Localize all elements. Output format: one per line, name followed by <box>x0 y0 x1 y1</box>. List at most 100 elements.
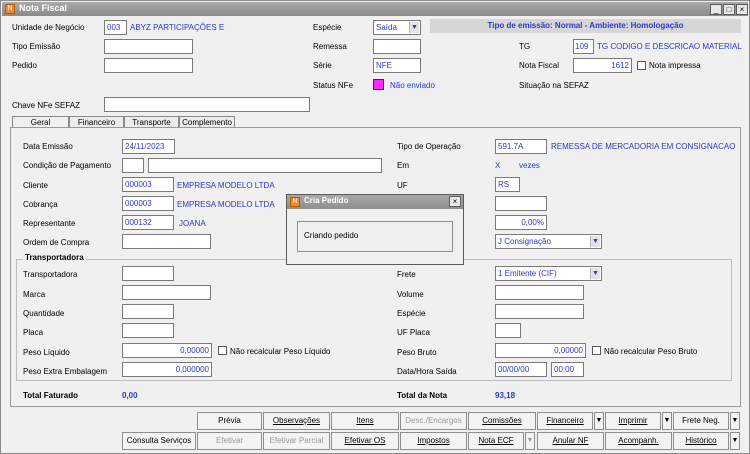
dialog-close-button[interactable]: × <box>449 196 461 207</box>
frete-value: 1 Emitente (CIF) <box>498 269 557 278</box>
impostos-button[interactable]: Impostos <box>400 432 467 450</box>
condicao-code-input[interactable] <box>122 158 144 173</box>
chevron-down-icon: ▼ <box>409 22 419 33</box>
percent-input[interactable]: 0,00% <box>495 215 547 230</box>
cobranca-label: Cobrança <box>23 200 58 209</box>
placa-input[interactable] <box>122 323 174 338</box>
cobranca-code-input[interactable]: 000003 <box>122 196 174 211</box>
representante-name: JOANA <box>179 219 206 228</box>
tipo-emissao-label: Tipo Emissão <box>12 42 61 51</box>
historico-dropdown-button[interactable]: ▼ <box>730 432 740 450</box>
imprimir-dropdown-button[interactable]: ▼ <box>662 412 672 430</box>
data-emissao-input[interactable]: 24/11/2023 <box>122 139 175 154</box>
hora-saida-input[interactable]: 00:00 <box>551 362 584 377</box>
status-nfe-value: Não enviado <box>390 81 435 90</box>
tg-code-input[interactable]: 109 <box>573 39 594 54</box>
nao-recalcular-bruto-checkbox[interactable] <box>592 346 601 355</box>
minimize-button[interactable]: _ <box>710 4 722 15</box>
nao-recalcular-liquido-checkbox[interactable] <box>218 346 227 355</box>
nota-impressa-checkbox[interactable] <box>637 61 646 70</box>
transportadora-label: Transportadora <box>23 270 78 279</box>
data-hora-saida-label: Data/Hora Saída <box>397 367 457 376</box>
maximize-button[interactable]: □ <box>723 4 735 15</box>
peso-extra-label: Peso Extra Embalagem <box>23 367 108 376</box>
condicao-desc-input[interactable] <box>148 158 382 173</box>
dialog-title: Cria Pedido <box>304 196 349 205</box>
peso-liquido-input[interactable]: 0,00000 <box>122 343 212 358</box>
chevron-down-icon: ▼ <box>590 268 600 279</box>
especie-label: Espécie <box>313 23 342 32</box>
dialog-message-box: Criando pedido <box>297 221 453 252</box>
peso-bruto-label: Peso Bruto <box>397 348 437 357</box>
chave-nfe-label: Chave NFe SEFAZ <box>12 101 81 110</box>
marca-input[interactable] <box>122 285 211 300</box>
serie-input[interactable]: NFE <box>373 58 421 73</box>
itens-button[interactable]: Itens <box>331 412 399 430</box>
uf-input[interactable]: RS <box>495 177 520 192</box>
nao-recalcular-bruto-label: Não recalcular Peso Bruto <box>604 347 698 356</box>
acompanh-button[interactable]: Acompanh. <box>605 432 672 450</box>
cobranca-name: EMPRESA MODELO LTDA <box>177 200 275 209</box>
previa-button[interactable]: Prévia <box>197 412 262 430</box>
title-bar: N Nota Fiscal _ □ × <box>2 2 748 16</box>
unidade-code-input[interactable]: 003 <box>104 20 127 35</box>
tipo-operacao-desc: REMESSA DE MERCADORIA EM CONSIGNACAO <box>551 142 736 151</box>
nota-fiscal-label: Nota Fiscal <box>519 61 560 70</box>
desc-encargos-button[interactable]: Desc./Encargos <box>400 412 467 430</box>
quantidade-input[interactable] <box>122 304 174 319</box>
transportadora-group-title: Transportadora <box>23 253 86 262</box>
ordem-compra-input[interactable] <box>122 234 211 249</box>
peso-extra-input[interactable]: 0,000000 <box>122 362 212 377</box>
financeiro-button[interactable]: Financeiro <box>537 412 593 430</box>
peso-liquido-label: Peso Líquido <box>23 348 70 357</box>
efetivar-os-button[interactable]: Efetivar OS <box>331 432 399 450</box>
especie-transporte-input[interactable] <box>495 304 584 319</box>
tipo-operacao-code-input[interactable]: 591.7A <box>495 139 547 154</box>
comissoes-button[interactable]: Comissões <box>468 412 536 430</box>
nota-ecf-dropdown-button[interactable]: ▼ <box>525 432 535 450</box>
window-title: Nota Fiscal <box>19 3 68 13</box>
frete-label: Frete <box>397 270 416 279</box>
volume-input[interactable] <box>495 285 584 300</box>
frete-neg-button[interactable]: Frete Neg. <box>673 412 729 430</box>
peso-bruto-input[interactable]: 0,00000 <box>495 343 586 358</box>
uf-placa-label: UF Placa <box>397 328 430 337</box>
pedido-label: Pedido <box>12 61 37 70</box>
volume-label: Volume <box>397 290 424 299</box>
historico-button[interactable]: Histórico <box>673 432 729 450</box>
data-saida-input[interactable]: 00/00/00 <box>495 362 547 377</box>
frete-neg-dropdown-button[interactable]: ▼ <box>730 412 740 430</box>
cliente-code-input[interactable]: 000003 <box>122 177 174 192</box>
uf-placa-input[interactable] <box>495 323 521 338</box>
efetivar-button[interactable]: Efetivar <box>197 432 262 450</box>
anular-nf-button[interactable]: Anular NF <box>537 432 604 450</box>
nota-ecf-button[interactable]: Nota ECF <box>468 432 524 450</box>
status-indicator <box>373 79 384 90</box>
financeiro-dropdown-button[interactable]: ▼ <box>594 412 604 430</box>
representante-code-input[interactable]: 000132 <box>122 215 174 230</box>
tipo-operacao-label: Tipo de Operação <box>397 142 461 151</box>
blank-field-input[interactable] <box>495 196 547 211</box>
frete-select[interactable]: 1 Emitente (CIF) ▼ <box>495 266 602 281</box>
total-nota-value: 93,18 <box>495 391 516 400</box>
transportadora-input[interactable] <box>122 266 174 281</box>
condicao-pagamento-label: Condição de Pagamento <box>23 161 112 170</box>
unidade-name: ABYZ PARTICIPAÇÕES E <box>130 23 225 32</box>
efetivar-parcial-button[interactable]: Efetivar Parcial <box>263 432 330 450</box>
imprimir-button[interactable]: Imprimir <box>605 412 661 430</box>
tg-label: TG <box>519 42 531 51</box>
close-button[interactable]: × <box>736 4 748 15</box>
nota-fiscal-input[interactable]: 1612 <box>573 58 632 73</box>
remessa-input[interactable] <box>373 39 421 54</box>
data-emissao-label: Data Emissão <box>23 142 73 151</box>
observacoes-button[interactable]: Observações <box>263 412 330 430</box>
tg-name: TG CODIGO E DESCRICAO MATERIAL <box>597 42 742 51</box>
unidade-label: Unidade de Negócio <box>12 23 85 32</box>
consignacao-select[interactable]: J Consignação ▼ <box>495 234 602 249</box>
chave-nfe-input[interactable] <box>104 97 310 112</box>
especie-select[interactable]: Saída ▼ <box>373 20 421 35</box>
pedido-input[interactable] <box>104 58 193 73</box>
tipo-emissao-input[interactable] <box>104 39 193 54</box>
consulta-servicos-button[interactable]: Consulta Serviços <box>122 432 196 450</box>
marca-label: Marca <box>23 290 46 299</box>
